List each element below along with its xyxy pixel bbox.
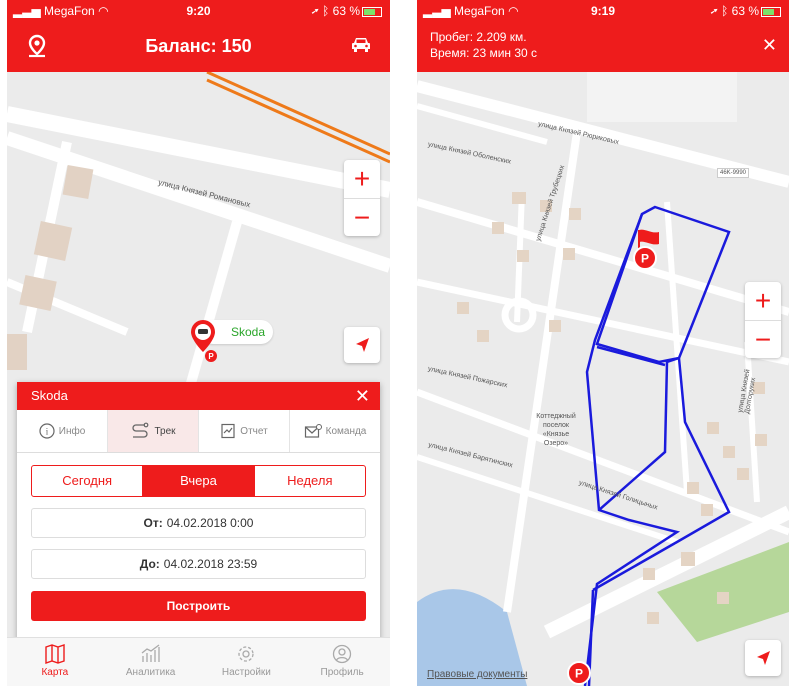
profile-icon (332, 644, 352, 664)
build-track-button[interactable]: Построить (31, 591, 366, 621)
info-icon: i (39, 423, 55, 439)
battery-percent: 63 % (332, 4, 360, 18)
app-header: Баланс: 150 (7, 22, 390, 72)
trip-summary-bar: Пробег: 2.209 км. Время: 23 мин 30 с ✕ (417, 22, 789, 72)
balance-title: Баланс: 150 (145, 36, 252, 56)
map-view[interactable]: улица Князей Романовых + − Skoda P Skoda… (7, 72, 390, 686)
trip-distance: Пробег: 2.209 км. (430, 30, 527, 44)
track-map-view[interactable]: улица Князей Рюриковых улица Князей Труб… (417, 72, 789, 686)
navigation-arrow-icon (757, 651, 770, 665)
period-selector: Сегодня Вчера Неделя (31, 465, 366, 497)
tab-info[interactable]: i Инфо (17, 410, 108, 452)
battery-icon (362, 6, 382, 17)
close-icon[interactable]: ✕ (762, 35, 777, 56)
svg-text:i: i (45, 427, 48, 437)
period-yesterday[interactable]: Вчера (142, 466, 254, 496)
parking-marker-icon[interactable]: P (565, 658, 595, 686)
tab-command[interactable]: Команда (290, 410, 380, 452)
bluetooth-icon: ᛒ (721, 4, 729, 18)
date-to-field[interactable]: До: 04.02.2018 23:59 (31, 549, 366, 579)
location-arrow-icon: ➚ (311, 4, 319, 18)
svg-text:P: P (575, 667, 583, 681)
zoom-out-button[interactable]: − (745, 321, 781, 359)
period-week[interactable]: Неделя (253, 466, 365, 496)
nav-profile[interactable]: Профиль (294, 638, 390, 686)
track-icon (132, 422, 149, 438)
legal-documents-link[interactable]: Правовые документы (427, 669, 527, 680)
tab-report[interactable]: Отчет (199, 410, 290, 452)
road-sign: 46K-9990 (717, 168, 750, 178)
finish-flag-marker-icon[interactable]: P (631, 226, 671, 272)
zoom-control: + − (745, 282, 781, 358)
vehicle-marker-icon[interactable]: P (189, 318, 223, 364)
period-today[interactable]: Сегодня (32, 466, 142, 496)
analytics-icon (141, 644, 160, 662)
nav-map[interactable]: Карта (7, 638, 103, 686)
left-phone-screen: ▂▃▅ MegaFon ◠ 9:20 ➚ ᛒ 63 % Баланс: 150 … (7, 0, 390, 686)
zoom-control: + − (344, 160, 380, 236)
battery-percent: 63 % (731, 4, 759, 18)
date-from-field[interactable]: От: 04.02.2018 0:00 (31, 508, 366, 538)
report-icon (221, 423, 235, 439)
location-arrow-icon: ➚ (710, 4, 718, 18)
command-icon (304, 424, 322, 438)
car-icon[interactable] (350, 36, 372, 59)
right-phone-screen: ▂▃▅ MegaFon ◠ 9:19 ➚ ᛒ 63 % Пробег: 2.20… (417, 0, 789, 686)
svg-text:P: P (641, 252, 649, 266)
my-location-button[interactable] (745, 640, 781, 676)
status-bar: ▂▃▅ MegaFon ◠ 9:20 ➚ ᛒ 63 % (7, 0, 390, 22)
nav-analytics[interactable]: Аналитика (103, 638, 199, 686)
svg-text:P: P (208, 352, 214, 361)
tab-track[interactable]: Трек (108, 410, 199, 452)
panel-title: Skoda (31, 388, 68, 403)
bottom-navigation: Карта Аналитика Настройки Профиль (7, 637, 390, 686)
settings-gear-icon (238, 646, 255, 662)
navigation-arrow-icon (356, 338, 369, 352)
bluetooth-icon: ᛒ (322, 4, 330, 18)
zoom-in-button[interactable]: + (344, 160, 380, 198)
close-icon[interactable]: ✕ (355, 382, 370, 410)
panel-tabs: i Инфо Трек Отчет Команда (17, 410, 380, 453)
status-bar: ▂▃▅ MegaFon ◠ 9:19 ➚ ᛒ 63 % (417, 0, 789, 22)
village-label: Коттеджный поселок «Князье Озеро» (536, 413, 576, 447)
my-location-button[interactable] (344, 327, 380, 363)
map-icon (45, 644, 65, 664)
trip-duration: Время: 23 мин 30 с (430, 46, 538, 60)
nav-settings[interactable]: Настройки (199, 638, 295, 686)
battery-icon (761, 6, 781, 17)
zoom-out-button[interactable]: − (344, 199, 380, 237)
zoom-in-button[interactable]: + (745, 282, 781, 320)
